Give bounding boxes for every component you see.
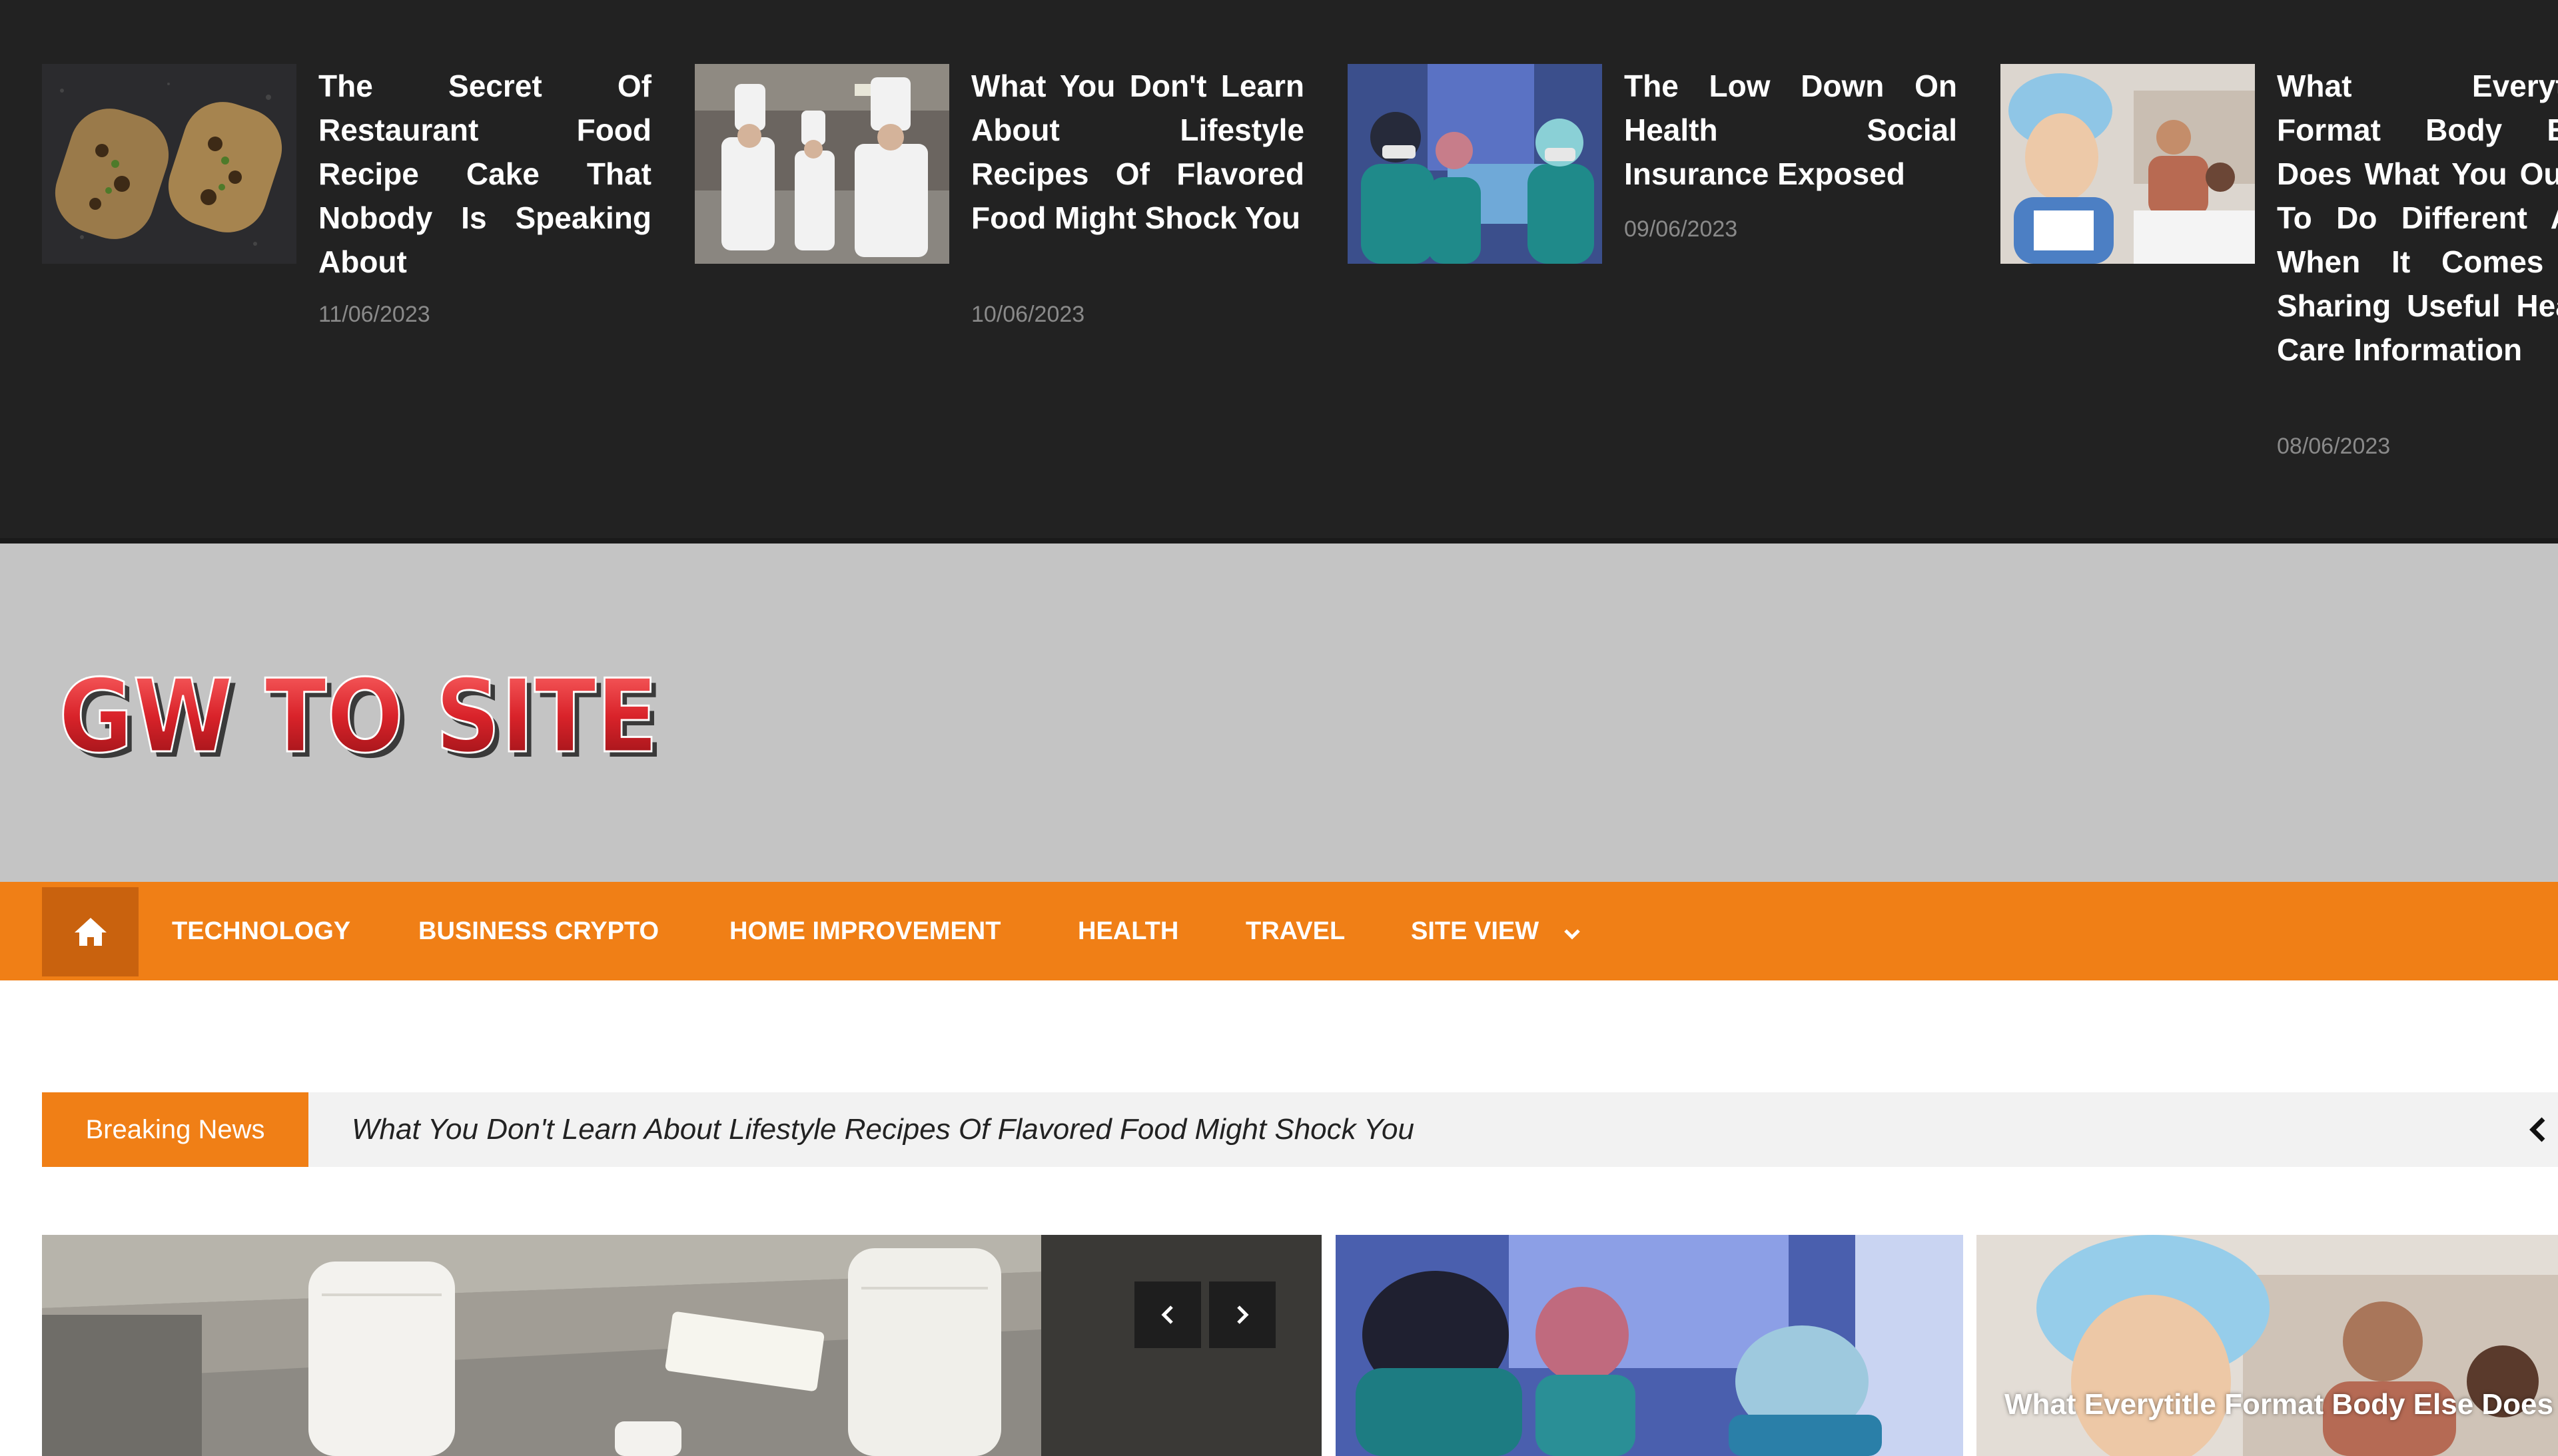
- slider-next-button[interactable]: [1209, 1281, 1276, 1348]
- nav-item-site-view[interactable]: SITE VIEW: [1411, 882, 1581, 980]
- ticker-prev-button[interactable]: [2518, 1107, 2558, 1152]
- post-title[interactable]: What Everytitle Format Body Else Does Wh…: [2277, 64, 2558, 372]
- feature-slider[interactable]: [42, 1235, 1322, 1456]
- post-title[interactable]: The Low Down On Health Social Insurance …: [1624, 64, 1957, 196]
- breaking-news-headline[interactable]: What You Don't Learn About Lifestyle Rec…: [352, 1092, 1414, 1167]
- strip-divider: [0, 538, 2558, 544]
- home-icon: [74, 918, 107, 946]
- top-posts-strip: The Secret Of Restaurant Food Recipe Cak…: [0, 0, 2558, 544]
- chevron-down-icon: [1563, 883, 1581, 982]
- feature-image-surgery: [1336, 1235, 1963, 1456]
- post-thumbnail-surgery[interactable]: [1348, 64, 1602, 264]
- chevron-left-icon: [1161, 1305, 1173, 1324]
- slider-prev-button[interactable]: [1134, 1281, 1201, 1348]
- post-date: 09/06/2023: [1624, 216, 1738, 242]
- feature-card-surgery[interactable]: [1336, 1235, 1963, 1456]
- chevron-right-icon: [1237, 1305, 1249, 1324]
- feature-card-nurse[interactable]: What Everytitle Format Body Else Does Wh…: [1976, 1235, 2558, 1456]
- svg-text:GW TO SITE: GW TO SITE: [59, 663, 658, 770]
- post-date: 10/06/2023: [971, 302, 1085, 327]
- feature-image-chefs: [42, 1235, 1322, 1456]
- post-thumbnail-food[interactable]: [42, 64, 296, 264]
- nav-item-health[interactable]: HEALTH: [1078, 882, 1178, 980]
- post-thumbnail-chefs[interactable]: [695, 64, 949, 264]
- post-date: 08/06/2023: [2277, 434, 2391, 459]
- chevron-left-icon: [2529, 1117, 2545, 1142]
- post-thumbnail-nurse[interactable]: [2000, 64, 2255, 264]
- nav-item-label: SITE VIEW: [1411, 917, 1539, 945]
- main-nav: TECHNOLOGY BUSINESS CRYPTO HOME IMPROVEM…: [0, 882, 2558, 980]
- feature-caption[interactable]: What Everytitle Format Body Else Does Wh…: [2004, 1384, 2558, 1425]
- nav-item-home-improvement[interactable]: HOME IMPROVEMENT: [729, 882, 1001, 980]
- breaking-news-label: Breaking News: [42, 1092, 308, 1167]
- site-logo[interactable]: GW TO SITE GW TO SITE: [53, 657, 666, 781]
- site-header: GW TO SITE GW TO SITE: [0, 544, 2558, 882]
- post-title[interactable]: The Secret Of Restaurant Food Recipe Cak…: [318, 64, 651, 284]
- nav-item-business-crypto[interactable]: BUSINESS CRYPTO: [418, 882, 659, 980]
- nav-item-travel[interactable]: TRAVEL: [1246, 882, 1345, 980]
- breaking-news-bar: Breaking News What You Don't Learn About…: [42, 1092, 2558, 1167]
- nav-item-technology[interactable]: TECHNOLOGY: [172, 882, 350, 980]
- nav-home[interactable]: [42, 887, 139, 976]
- post-date: 11/06/2023: [318, 302, 430, 327]
- post-title[interactable]: What You Don't Learn About Lifestyle Rec…: [971, 64, 1304, 240]
